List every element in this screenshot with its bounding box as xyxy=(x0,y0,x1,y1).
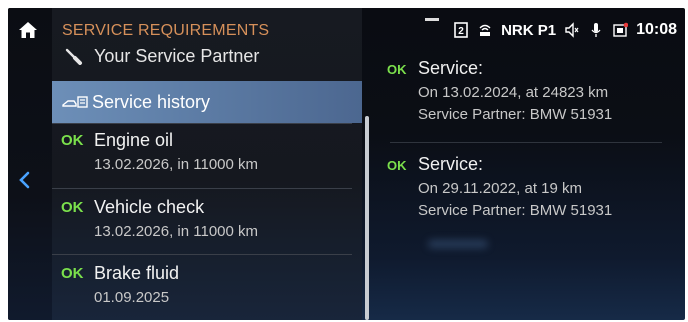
divider xyxy=(52,254,352,255)
item-detail: 13.02.2026, in 11000 km xyxy=(94,223,259,240)
history-date: On 29.11.2022, at 19 km xyxy=(418,180,582,197)
status-dash xyxy=(425,17,440,21)
divider xyxy=(390,142,662,143)
left-rail xyxy=(8,8,52,320)
ok-badge: OK xyxy=(387,158,407,173)
radio-station: NRK P1 xyxy=(501,21,557,39)
idrive-screen: SERVICE REQUIREMENTS Your Service Partne… xyxy=(8,8,685,320)
list-item-vehicle-check[interactable]: OK Vehicle check 13.02.2026, in 11000 km xyxy=(52,191,352,257)
car-wifi-icon xyxy=(479,24,491,36)
home-icon[interactable] xyxy=(18,20,38,40)
history-title: Service: xyxy=(418,154,484,174)
message-icon xyxy=(613,22,629,37)
service-partner-item[interactable]: Your Service Partner xyxy=(64,43,354,69)
clock: 10:08 xyxy=(636,21,677,38)
sim-icon: 2 xyxy=(454,22,468,38)
divider xyxy=(52,188,352,189)
ok-badge: OK xyxy=(61,199,84,216)
scrollbar[interactable] xyxy=(365,116,369,320)
panel-title: SERVICE REQUIREMENTS xyxy=(62,22,270,39)
svg-text:2: 2 xyxy=(458,26,464,37)
status-bar: 2 NRK P1 10:08 xyxy=(377,8,685,52)
ok-badge: OK xyxy=(387,62,407,77)
list-item-brake-fluid[interactable]: OK Brake fluid 01.09.2025 xyxy=(52,257,352,320)
list-item-engine-oil[interactable]: OK Engine oil 13.02.2026, in 11000 km xyxy=(52,124,352,190)
history-partner: Service Partner: BMW 51931 xyxy=(418,202,613,219)
wrench-icon xyxy=(65,48,82,65)
back-chevron-icon[interactable] xyxy=(16,170,32,190)
item-name: Engine oil xyxy=(94,130,174,150)
item-detail: 01.09.2025 xyxy=(94,289,170,306)
ok-badge: OK xyxy=(61,132,84,149)
history-date: On 13.02.2024, at 24823 km xyxy=(418,84,609,101)
item-name: Vehicle check xyxy=(94,197,205,217)
history-title: Service: xyxy=(418,58,484,78)
item-name: Brake fluid xyxy=(94,263,180,283)
microphone-icon xyxy=(591,23,601,37)
background-glow xyxy=(428,240,488,248)
service-requirements-panel: SERVICE REQUIREMENTS Your Service Partne… xyxy=(52,8,362,320)
car-history-icon xyxy=(62,96,88,108)
service-partner-label: Your Service Partner xyxy=(94,45,260,66)
history-partner: Service Partner: BMW 51931 xyxy=(418,106,613,123)
service-history-item[interactable]: Service history xyxy=(52,81,362,123)
ok-badge: OK xyxy=(61,265,84,282)
service-history-label: Service history xyxy=(92,91,211,112)
speaker-icon xyxy=(565,22,579,38)
item-detail: 13.02.2026, in 11000 km xyxy=(94,156,259,173)
